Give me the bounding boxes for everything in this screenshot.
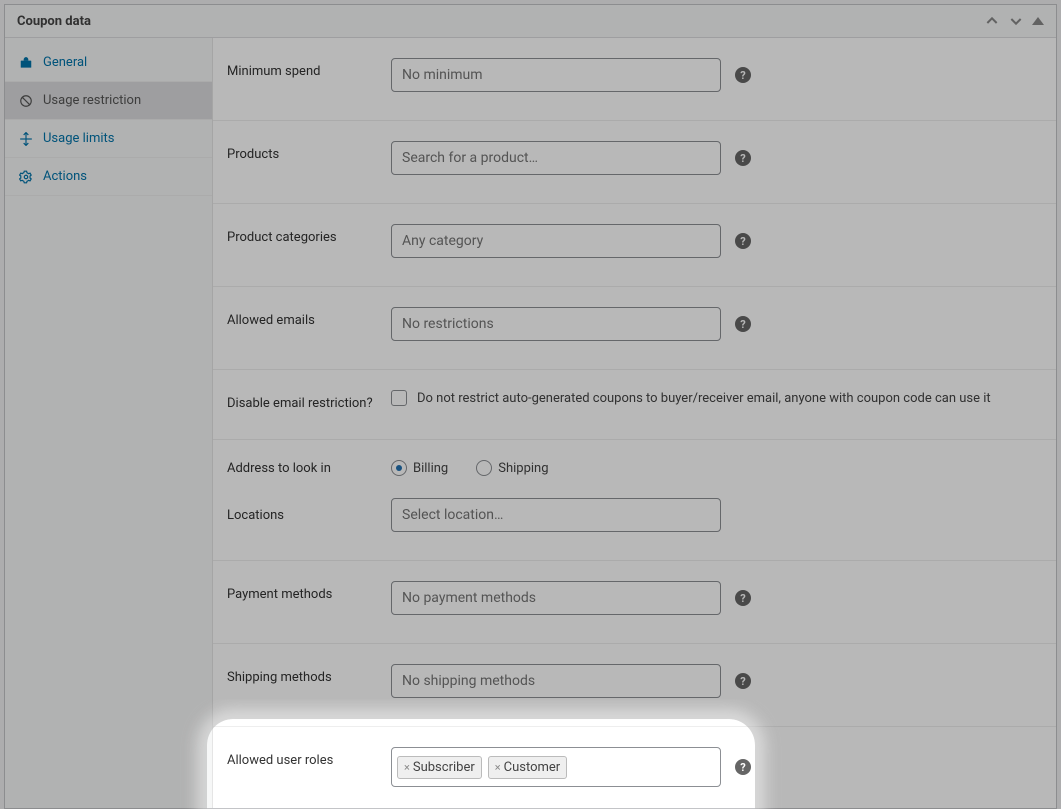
block-icon bbox=[19, 94, 33, 108]
row-products: Products Search for a product… ? bbox=[213, 121, 1056, 204]
general-icon bbox=[19, 56, 33, 70]
coupon-data-panel: Coupon data General Usage restriction bbox=[4, 4, 1057, 809]
tag[interactable]: ×Subscriber bbox=[397, 756, 482, 779]
sidebar: General Usage restriction Usage limits A… bbox=[5, 38, 213, 808]
panel-title: Coupon data bbox=[17, 14, 91, 29]
help-icon[interactable]: ? bbox=[735, 233, 751, 249]
field-label: Product categories bbox=[227, 224, 381, 245]
minimum-spend-input[interactable]: No minimum bbox=[391, 58, 721, 92]
sidebar-item-label: General bbox=[43, 55, 87, 70]
sidebar-item-label: Usage restriction bbox=[43, 93, 141, 108]
field-label: Shipping methods bbox=[227, 664, 381, 685]
move-icon bbox=[19, 132, 33, 146]
sidebar-item-actions[interactable]: Actions bbox=[5, 158, 212, 196]
radio-label: Billing bbox=[413, 461, 448, 476]
address-shipping-radio[interactable]: Shipping bbox=[476, 460, 548, 476]
payment-methods-select[interactable]: No payment methods bbox=[391, 581, 721, 615]
remove-tag-icon[interactable]: × bbox=[404, 761, 410, 774]
locations-select[interactable]: Select location… bbox=[391, 498, 721, 532]
tag-label: Customer bbox=[504, 760, 561, 775]
radio-icon bbox=[476, 460, 492, 476]
panel-header: Coupon data bbox=[5, 5, 1056, 38]
help-icon[interactable]: ? bbox=[735, 150, 751, 166]
field-label: Payment methods bbox=[227, 581, 381, 602]
row-minimum-spend: Minimum spend No minimum ? bbox=[213, 38, 1056, 121]
tag[interactable]: ×Customer bbox=[488, 756, 567, 779]
help-icon[interactable]: ? bbox=[735, 316, 751, 332]
address-billing-radio[interactable]: Billing bbox=[391, 460, 448, 476]
remove-tag-icon[interactable]: × bbox=[495, 761, 501, 774]
help-icon[interactable]: ? bbox=[735, 590, 751, 606]
sidebar-item-label: Usage limits bbox=[43, 131, 114, 146]
shipping-methods-select[interactable]: No shipping methods bbox=[391, 664, 721, 698]
help-icon[interactable]: ? bbox=[735, 759, 751, 775]
chevron-up-icon[interactable] bbox=[984, 13, 1000, 29]
products-input[interactable]: Search for a product… bbox=[391, 141, 721, 175]
row-payment-methods: Payment methods No payment methods ? bbox=[213, 561, 1056, 644]
field-label: Allowed emails bbox=[227, 307, 381, 328]
disable-email-restriction-checkbox[interactable] bbox=[391, 390, 407, 406]
help-icon[interactable]: ? bbox=[735, 673, 751, 689]
field-label: Locations bbox=[227, 508, 381, 523]
row-allowed-emails: Allowed emails No restrictions ? bbox=[213, 287, 1056, 370]
checkbox-label: Do not restrict auto-generated coupons t… bbox=[417, 391, 991, 406]
tag-label: Subscriber bbox=[413, 760, 475, 775]
chevron-down-icon[interactable] bbox=[1008, 13, 1024, 29]
field-label: Minimum spend bbox=[227, 58, 381, 79]
allowed-user-roles-select[interactable]: ×Subscriber×Customer bbox=[391, 747, 721, 787]
row-address-and-locations: Address to look in Billing Shipping bbox=[213, 440, 1056, 561]
field-label: Address to look in bbox=[227, 461, 381, 476]
row-shipping-methods: Shipping methods No shipping methods ? bbox=[213, 644, 1056, 727]
field-label: Disable email restriction? bbox=[227, 390, 381, 411]
allowed-emails-input[interactable]: No restrictions bbox=[391, 307, 721, 341]
main-content: Minimum spend No minimum ? Products Sear… bbox=[213, 38, 1056, 808]
row-disable-email-restriction: Disable email restriction? Do not restri… bbox=[213, 370, 1056, 440]
field-label: Allowed user roles bbox=[227, 747, 381, 768]
field-label: Products bbox=[227, 141, 381, 162]
row-product-categories: Product categories Any category ? bbox=[213, 204, 1056, 287]
radio-label: Shipping bbox=[498, 461, 548, 476]
sidebar-item-general[interactable]: General bbox=[5, 44, 212, 82]
collapse-panel-icon[interactable] bbox=[1032, 17, 1044, 25]
product-categories-input[interactable]: Any category bbox=[391, 224, 721, 258]
radio-icon bbox=[391, 460, 407, 476]
row-allowed-user-roles: Allowed user roles ×Subscriber×Customer … bbox=[213, 727, 1056, 808]
gear-icon bbox=[19, 170, 33, 184]
sidebar-item-label: Actions bbox=[43, 169, 87, 184]
sidebar-item-usage-limits[interactable]: Usage limits bbox=[5, 120, 212, 158]
help-icon[interactable]: ? bbox=[735, 67, 751, 83]
sidebar-item-usage-restriction[interactable]: Usage restriction bbox=[5, 82, 212, 120]
